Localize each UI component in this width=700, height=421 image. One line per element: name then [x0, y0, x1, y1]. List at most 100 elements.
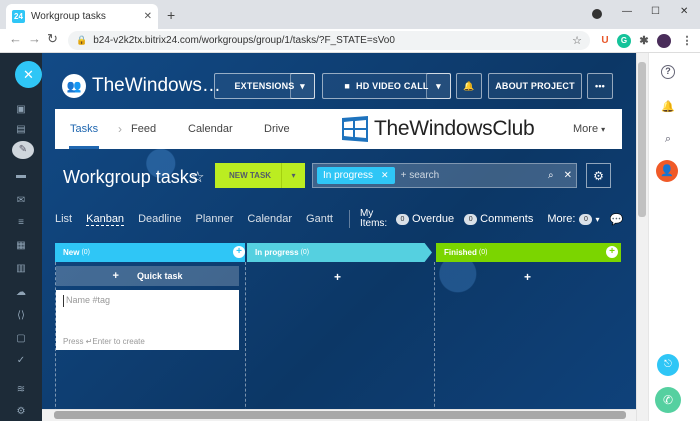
browser-tab[interactable]: 24 Workgroup tasks ✕	[6, 4, 158, 29]
extension-u-icon[interactable]: U	[598, 34, 612, 48]
column-divider	[434, 262, 435, 421]
video-camera-icon: ■	[344, 81, 351, 91]
overdue-filter[interactable]: Overdue	[412, 213, 454, 225]
nav-tasks[interactable]: Tasks	[70, 123, 98, 135]
plus-icon: +	[112, 270, 119, 282]
browser-menu-icon[interactable]: ⋮	[680, 34, 694, 48]
phone-call-icon[interactable]: ✆	[655, 387, 681, 413]
grammarly-icon[interactable]: G	[617, 34, 631, 48]
lock-icon: 🔒	[76, 35, 88, 45]
sidebar-crm-icon[interactable]: ▥	[14, 263, 28, 275]
quick-task-button[interactable]: + Quick task	[56, 266, 239, 286]
bookmark-star-icon[interactable]: ☆	[572, 34, 582, 47]
finished-add-plus-icon[interactable]: +	[606, 246, 618, 258]
sidebar-sites-icon[interactable]: ▦	[14, 240, 28, 252]
thewindowsclub-logo: TheWindowsClub	[340, 111, 580, 147]
notification-bell-icon[interactable]: 🔔	[456, 73, 482, 99]
comments-filter[interactable]: Comments	[480, 213, 533, 225]
main-workspace: 👥 TheWindows… EXTENSIONS ▾ ■ HD VIDEO CA…	[42, 53, 636, 421]
view-kanban[interactable]: Kanban	[86, 213, 125, 226]
filter-chip[interactable]: In progress ✕	[317, 167, 395, 184]
notifications-bell-icon[interactable]: 🔔	[661, 100, 675, 114]
column-in-progress-header[interactable]: In progress (0)	[247, 243, 432, 262]
in-progress-add-task-icon[interactable]: +	[334, 270, 341, 284]
more-options-icon[interactable]: •••	[587, 73, 613, 99]
clear-search-icon[interactable]: ✕	[564, 170, 572, 181]
chat-icon[interactable]: 💬	[609, 213, 623, 226]
profile-dropdown-icon[interactable]	[592, 9, 602, 19]
sidebar-code-icon[interactable]: ⟨⟩	[14, 310, 28, 322]
view-planner[interactable]: Planner	[195, 213, 233, 225]
search-icon[interactable]: ⌕	[661, 133, 675, 147]
more-filter[interactable]: More:	[547, 213, 575, 225]
profile-avatar-icon[interactable]	[657, 34, 671, 48]
column-divider	[245, 262, 246, 421]
new-task-dropdown-icon[interactable]: ▾	[281, 163, 305, 188]
user-avatar[interactable]: 👤	[656, 160, 678, 182]
sidebar-filter-icon[interactable]: ≡	[14, 217, 28, 229]
minimize-icon[interactable]: —	[622, 6, 632, 17]
sidebar-settings-icon[interactable]: ⚙	[14, 406, 28, 418]
extensions-dropdown-icon[interactable]: ▾	[290, 73, 315, 99]
portal-name[interactable]: TheWindows…	[92, 75, 221, 97]
new-task-label: NEW TASK	[229, 171, 272, 180]
task-name-input[interactable]: Name #tag	[63, 295, 232, 307]
windows-logo-icon	[340, 114, 370, 144]
more-chevron-icon: ▾	[601, 125, 606, 134]
open-lines-icon[interactable]: ⎋	[657, 354, 679, 376]
nav-drive[interactable]: Drive	[264, 123, 290, 135]
settings-gear-icon[interactable]: ⚙	[586, 163, 611, 188]
view-list[interactable]: List	[55, 213, 72, 225]
tab-title: Workgroup tasks	[31, 11, 106, 22]
nav-more[interactable]: More ▾	[573, 123, 605, 135]
extensions-label: EXTENSIONS	[234, 81, 295, 91]
nav-active-underline	[69, 146, 99, 149]
maximize-icon[interactable]: ☐	[651, 6, 660, 17]
nav-calendar[interactable]: Calendar	[188, 123, 233, 135]
more-filter-chevron-icon[interactable]: ▾	[595, 215, 599, 224]
vertical-scrollbar-thumb[interactable]	[638, 62, 646, 217]
view-deadline[interactable]: Deadline	[138, 213, 181, 225]
sidebar-drive-icon[interactable]: ☁	[14, 287, 28, 299]
reload-icon[interactable]: ↻	[47, 31, 58, 47]
close-tab-icon[interactable]: ✕	[144, 11, 152, 22]
video-call-label: HD VIDEO CALL	[356, 81, 429, 91]
more-counter: 0	[579, 213, 593, 225]
my-items-label: My Items:	[359, 208, 388, 229]
favorite-star-icon[interactable]: ☆	[191, 168, 204, 186]
back-arrow-icon[interactable]: ←	[9, 31, 22, 46]
sidebar-messages-icon[interactable]: ▬	[14, 170, 28, 182]
sidebar-mail-icon[interactable]: ✉	[14, 195, 28, 207]
remove-filter-icon[interactable]: ✕	[381, 170, 389, 181]
column-new-header[interactable]: New (0)	[55, 243, 245, 262]
forward-arrow-icon[interactable]: →	[28, 31, 41, 46]
group-avatar-icon: 👥	[62, 74, 86, 98]
add-column-plus-icon[interactable]: +	[233, 246, 245, 258]
nav-feed[interactable]: Feed	[131, 123, 156, 135]
new-tab-icon[interactable]: +	[167, 7, 175, 23]
window-close-icon[interactable]: ✕	[680, 6, 688, 17]
view-calendar[interactable]: Calendar	[247, 213, 292, 225]
sidebar-check-icon[interactable]: ✓	[14, 355, 28, 367]
column-finished-header[interactable]: Finished (0)	[436, 243, 621, 262]
overdue-counter: 0	[395, 213, 409, 225]
search-input[interactable]: + search	[401, 170, 548, 181]
finished-add-task-icon[interactable]: +	[524, 270, 531, 284]
help-icon[interactable]: ?	[661, 65, 675, 79]
video-call-dropdown-icon[interactable]: ▾	[426, 73, 451, 99]
search-icon[interactable]: ⌕	[548, 170, 554, 181]
close-menu-icon[interactable]: ✕	[15, 61, 42, 88]
sidebar-apps-icon[interactable]: ▢	[14, 333, 28, 345]
sidebar-stack-icon[interactable]: ≋	[14, 384, 28, 396]
extensions-puzzle-icon[interactable]: ✱	[637, 34, 651, 48]
url-bar[interactable]: 🔒 b24-v2k2tx.bitrix24.com/workgroups/gro…	[68, 31, 590, 50]
group-nav-bar: Tasks › Feed Calendar Drive TheWindowsCl…	[55, 109, 622, 149]
about-project-button[interactable]: ABOUT PROJECT	[488, 73, 582, 99]
filter-search-bar[interactable]: In progress ✕ + search ⌕ ✕	[312, 163, 577, 188]
horizontal-scrollbar-thumb[interactable]	[54, 411, 626, 419]
logo-text: TheWindowsClub	[374, 117, 535, 140]
sidebar-tasks-icon[interactable]: ✎	[12, 141, 34, 159]
sidebar-feed-icon[interactable]: ▣	[14, 104, 28, 116]
view-gantt[interactable]: Gantt	[306, 213, 333, 225]
sidebar-chat-icon[interactable]: ▤	[14, 124, 28, 136]
